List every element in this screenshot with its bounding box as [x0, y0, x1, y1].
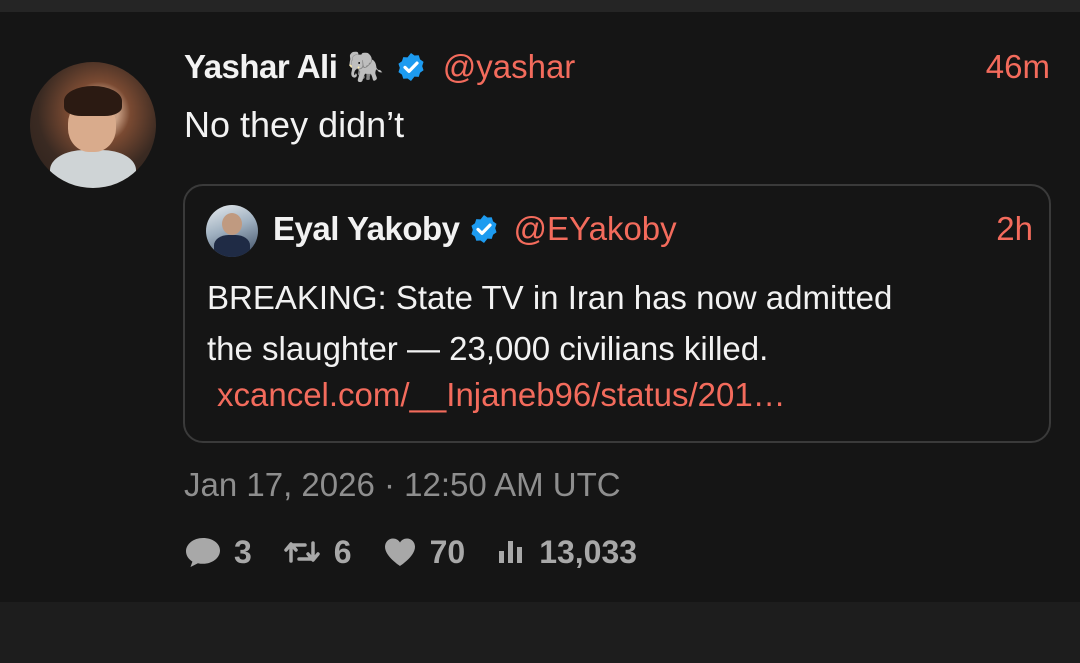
verified-badge-icon — [398, 53, 424, 81]
quoted-author-avatar[interactable] — [206, 205, 258, 257]
elephant-emoji-icon: 🐘 — [347, 49, 385, 85]
tweet-card[interactable]: Yashar Ali 🐘 @yashar 46m No they didn’t … — [0, 12, 1080, 602]
tweet-stats: 3 6 70 13,033 — [184, 530, 667, 574]
top-divider — [0, 0, 1080, 12]
quoted-tweet-text: BREAKING: State TV in Iran has now admit… — [207, 272, 1027, 374]
quoted-author-handle[interactable]: @EYakoby — [514, 210, 677, 248]
quoted-text-line: the slaughter — 23,000 civilians killed. — [207, 330, 769, 367]
comment-bubble-icon — [186, 538, 220, 567]
bottom-divider — [0, 602, 1080, 663]
quoted-tweet-link[interactable]: xcancel.com/__Injaneb96/status/201… — [217, 376, 786, 414]
tweet-timestamp[interactable]: 46m — [986, 48, 1050, 86]
quoted-tweet[interactable]: Eyal Yakoby @EYakoby 2h BREAKING: State … — [183, 184, 1051, 443]
retweet-count: 6 — [333, 533, 352, 570]
author-name[interactable]: Yashar Ali — [184, 48, 338, 86]
quoted-tweet-timestamp[interactable]: 2h — [996, 210, 1033, 248]
like-button[interactable]: 70 — [382, 533, 466, 571]
quoted-tweet-header: Eyal Yakoby @EYakoby 2h — [273, 206, 1033, 252]
like-count: 70 — [429, 533, 466, 570]
reply-button[interactable]: 3 — [184, 534, 252, 571]
quoted-text-line: BREAKING: State TV in Iran has now admit… — [207, 279, 893, 316]
tweet-text: No they didn’t — [184, 104, 405, 145]
heart-icon — [384, 538, 415, 566]
views-button[interactable]: 13,033 — [495, 534, 637, 571]
reply-count: 3 — [234, 533, 252, 570]
bar-chart-icon — [499, 541, 523, 563]
author-handle[interactable]: @yashar — [443, 48, 576, 86]
tweet-header: Yashar Ali 🐘 @yashar 46m — [184, 44, 1050, 90]
tweet-date[interactable]: Jan 17, 2026 · 12:50 AM UTC — [184, 466, 621, 504]
verified-badge-icon — [470, 215, 497, 243]
views-count: 13,033 — [539, 533, 638, 570]
author-avatar[interactable] — [30, 62, 156, 188]
quoted-author-name[interactable]: Eyal Yakoby — [273, 210, 460, 248]
retweet-icon — [284, 541, 320, 563]
retweet-button[interactable]: 6 — [282, 534, 352, 571]
